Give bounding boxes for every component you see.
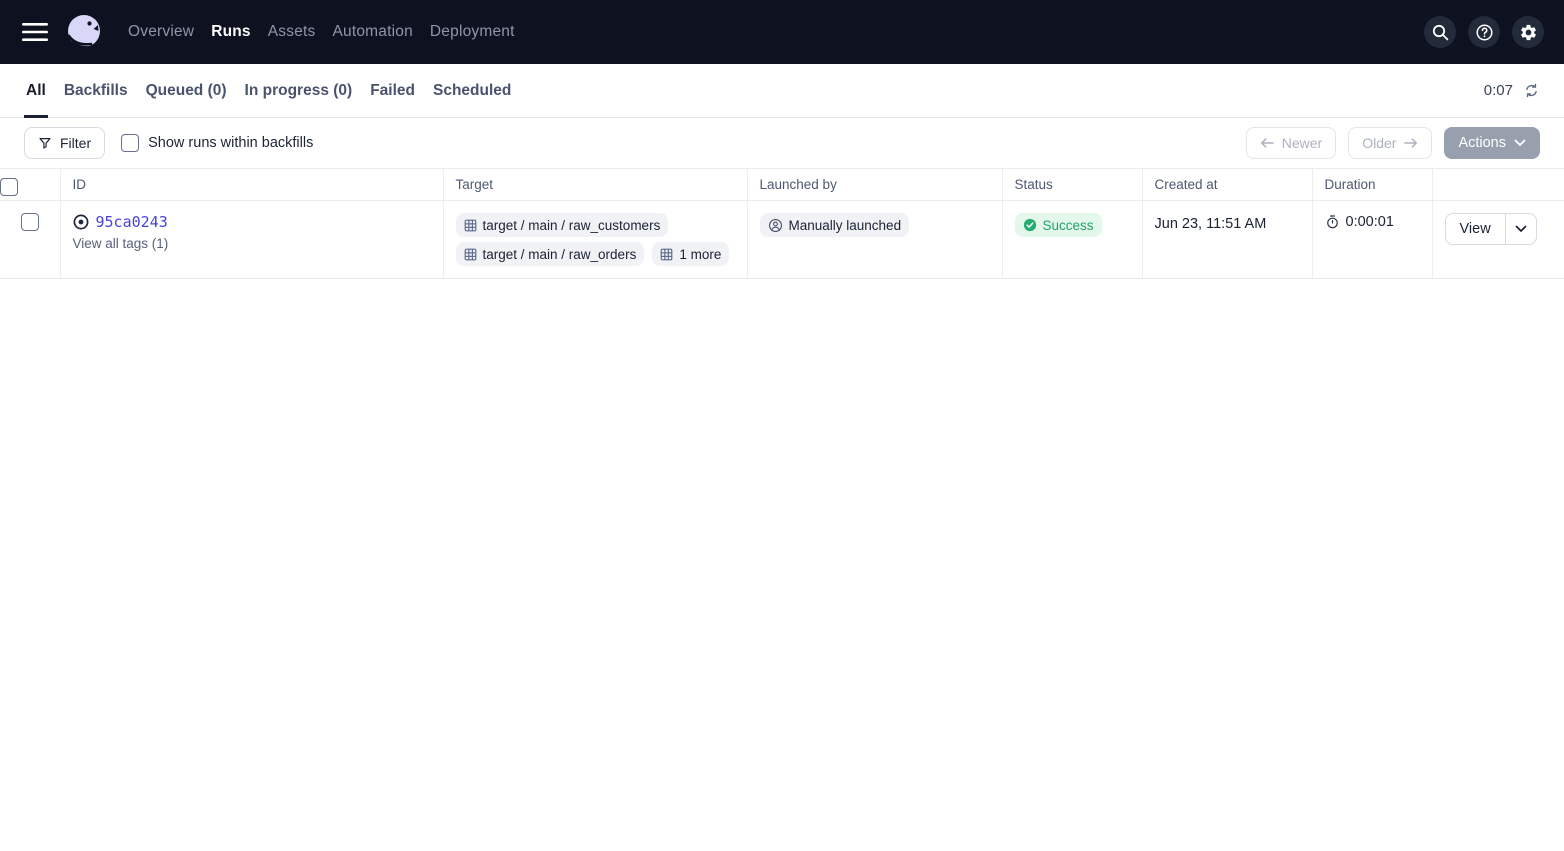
targets-more-chip[interactable]: 1 more bbox=[652, 242, 729, 266]
older-button-label: Older bbox=[1362, 135, 1396, 151]
column-header-target: Target bbox=[443, 169, 747, 201]
view-all-tags-link[interactable]: View all tags (1) bbox=[73, 236, 431, 251]
status-label: Success bbox=[1043, 218, 1094, 233]
refresh-icon bbox=[1523, 82, 1540, 99]
table-header-row: ID Target Launched by Status Created at … bbox=[0, 169, 1564, 201]
arrow-left-icon bbox=[1260, 137, 1274, 149]
help-button[interactable] bbox=[1468, 16, 1500, 48]
settings-button[interactable] bbox=[1512, 16, 1544, 48]
gear-icon bbox=[1519, 23, 1538, 42]
refresh-button[interactable] bbox=[1523, 82, 1540, 99]
show-backfills-checkbox[interactable] bbox=[121, 134, 139, 152]
status-badge: Success bbox=[1015, 213, 1102, 237]
nav-item-automation[interactable]: Automation bbox=[332, 23, 412, 41]
nav-item-runs[interactable]: Runs bbox=[211, 23, 251, 41]
tab-all[interactable]: All bbox=[26, 64, 46, 117]
newer-button-label: Newer bbox=[1282, 135, 1322, 151]
table-row: 95ca0243 View all tags (1) target / main… bbox=[0, 201, 1564, 279]
targets-more-label: 1 more bbox=[679, 247, 721, 262]
target-chip-label: target / main / raw_customers bbox=[483, 218, 661, 233]
column-header-duration: Duration bbox=[1312, 169, 1432, 201]
filter-button[interactable]: Filter bbox=[24, 127, 105, 159]
column-header-id: ID bbox=[60, 169, 443, 201]
older-button[interactable]: Older bbox=[1348, 127, 1432, 159]
tab-scheduled[interactable]: Scheduled bbox=[433, 64, 511, 117]
dagster-logo-icon[interactable] bbox=[64, 12, 104, 52]
table-grid-icon bbox=[464, 248, 477, 261]
runs-toolbar: Filter Show runs within backfills Newer … bbox=[0, 118, 1564, 168]
nav-item-deployment[interactable]: Deployment bbox=[430, 23, 515, 41]
view-split-button: View bbox=[1445, 213, 1537, 245]
target-chip-label: target / main / raw_orders bbox=[483, 247, 637, 262]
help-icon bbox=[1475, 23, 1494, 42]
user-icon bbox=[768, 218, 783, 233]
show-backfills-label: Show runs within backfills bbox=[148, 135, 313, 151]
search-icon bbox=[1432, 24, 1449, 41]
tab-failed[interactable]: Failed bbox=[370, 64, 415, 117]
actions-button[interactable]: Actions bbox=[1444, 127, 1540, 159]
launched-by-label: Manually launched bbox=[789, 218, 902, 233]
top-nav: Overview Runs Assets Automation Deployme… bbox=[0, 0, 1564, 64]
run-id-link[interactable]: 95ca0243 bbox=[96, 213, 168, 231]
chevron-down-icon bbox=[1515, 225, 1527, 233]
primary-nav: Overview Runs Assets Automation Deployme… bbox=[128, 23, 515, 41]
column-header-created-at: Created at bbox=[1142, 169, 1312, 201]
check-circle-icon bbox=[1023, 218, 1037, 232]
view-dropdown-button[interactable] bbox=[1506, 214, 1536, 244]
tab-backfills[interactable]: Backfills bbox=[64, 64, 128, 117]
hamburger-menu-icon[interactable] bbox=[20, 17, 50, 47]
target-chip[interactable]: target / main / raw_orders bbox=[456, 242, 645, 266]
table-grid-icon bbox=[660, 248, 673, 261]
column-header-launched-by: Launched by bbox=[747, 169, 1002, 201]
arrow-right-icon bbox=[1404, 137, 1418, 149]
duration-value: 0:00:01 bbox=[1346, 214, 1394, 230]
filter-button-label: Filter bbox=[60, 135, 91, 151]
filter-funnel-icon bbox=[38, 136, 52, 150]
chevron-down-icon bbox=[1514, 139, 1526, 147]
refresh-countdown: 0:07 bbox=[1484, 82, 1513, 99]
tab-in-progress[interactable]: In progress (0) bbox=[245, 64, 353, 117]
select-all-checkbox[interactable] bbox=[0, 178, 18, 196]
column-header-actions bbox=[1432, 169, 1564, 201]
column-header-status: Status bbox=[1002, 169, 1142, 201]
search-button[interactable] bbox=[1424, 16, 1456, 48]
run-status-dot-icon bbox=[73, 214, 89, 230]
show-backfills-toggle[interactable]: Show runs within backfills bbox=[121, 134, 313, 152]
newer-button[interactable]: Newer bbox=[1246, 127, 1336, 159]
timer-icon bbox=[1325, 214, 1340, 230]
target-chip[interactable]: target / main / raw_customers bbox=[456, 213, 669, 237]
launched-by-chip[interactable]: Manually launched bbox=[760, 213, 910, 237]
runs-tabbar: All Backfills Queued (0) In progress (0)… bbox=[0, 64, 1564, 118]
nav-item-assets[interactable]: Assets bbox=[268, 23, 316, 41]
table-grid-icon bbox=[464, 219, 477, 232]
runs-table: ID Target Launched by Status Created at … bbox=[0, 168, 1564, 279]
row-checkbox[interactable] bbox=[21, 213, 39, 231]
nav-item-overview[interactable]: Overview bbox=[128, 23, 194, 41]
created-at-value: Jun 23, 11:51 AM bbox=[1155, 213, 1300, 232]
tab-queued[interactable]: Queued (0) bbox=[146, 64, 227, 117]
actions-button-label: Actions bbox=[1458, 135, 1506, 151]
view-button[interactable]: View bbox=[1446, 214, 1506, 244]
